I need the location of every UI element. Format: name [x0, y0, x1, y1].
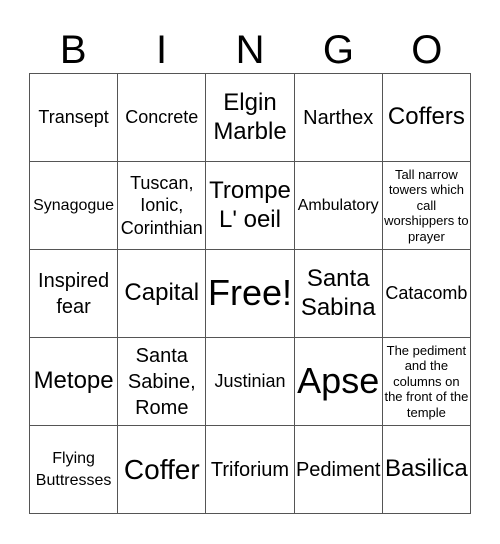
header-letter-b: B — [59, 28, 87, 72]
bingo-cell[interactable]: Basilica — [382, 426, 471, 514]
bingo-cell[interactable]: Concrete — [118, 74, 207, 162]
bingo-cell[interactable]: Elgin Marble — [206, 74, 295, 162]
bingo-cell[interactable]: Apse — [294, 338, 383, 426]
bingo-cell[interactable]: Flying Buttresses — [30, 426, 119, 514]
bingo-cell[interactable]: Justinian — [206, 338, 295, 426]
bingo-cell[interactable]: Synagogue — [30, 162, 119, 250]
bingo-header: B I N G O — [29, 28, 471, 73]
header-letter-i: I — [156, 28, 168, 72]
bingo-cell[interactable]: Ambulatory — [294, 162, 383, 250]
bingo-cell[interactable]: Capital — [118, 250, 207, 338]
bingo-cell[interactable]: Tall narrow towers which call worshipper… — [382, 162, 471, 250]
header-letter-g: G — [322, 28, 354, 72]
bingo-cell[interactable]: Santa Sabine, Rome — [118, 338, 207, 426]
bingo-cell[interactable]: Inspired fear — [30, 250, 119, 338]
bingo-cell[interactable]: Catacomb — [382, 250, 471, 338]
bingo-card: Transept Concrete Elgin Marble Narthex C… — [29, 73, 471, 514]
bingo-cell[interactable]: Santa Sabina — [294, 250, 383, 338]
bingo-cell[interactable]: Narthex — [294, 74, 383, 162]
free-space[interactable]: Free! — [206, 250, 295, 338]
bingo-cell[interactable]: The pediment and the columns on the fron… — [382, 338, 471, 426]
bingo-cell[interactable]: Pediment — [294, 426, 383, 514]
bingo-cell[interactable]: Transept — [30, 74, 119, 162]
bingo-cell[interactable]: Coffers — [382, 74, 471, 162]
bingo-cell[interactable]: Trompe L' oeil — [206, 162, 295, 250]
header-letter-o: O — [411, 28, 443, 72]
bingo-cell[interactable]: Metope — [30, 338, 119, 426]
header-letter-n: N — [235, 28, 265, 72]
bingo-cell[interactable]: Coffer — [118, 426, 207, 514]
bingo-cell[interactable]: Tuscan, Ionic, Corinthian — [118, 162, 207, 250]
bingo-cell[interactable]: Triforium — [206, 426, 295, 514]
